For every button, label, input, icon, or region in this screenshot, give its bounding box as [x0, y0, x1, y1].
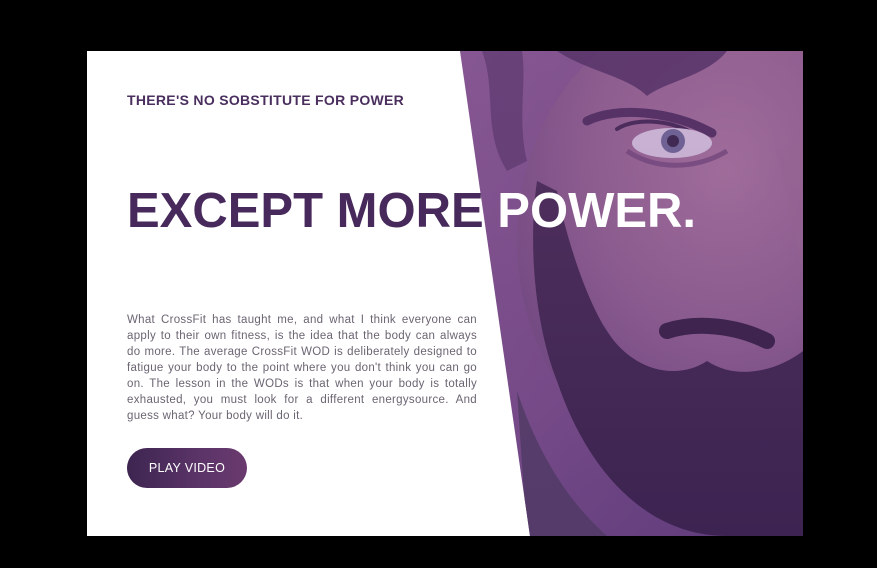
headline-dark-part: EXCEPT MORE [127, 184, 484, 238]
play-video-button[interactable]: PLAY VIDEO [127, 448, 247, 488]
headline-light-part: POWER. [497, 184, 697, 238]
hero-headline: EXCEPT MORE POWER. [127, 183, 696, 239]
hero-body-text: What CrossFit has taught me, and what I … [127, 314, 477, 422]
hero-eyebrow: THERE'S NO SOBSTITUTE FOR POWER [127, 92, 405, 108]
hero-card: THERE'S NO SOBSTITUTE FOR POWER EXCEPT M… [87, 51, 803, 536]
